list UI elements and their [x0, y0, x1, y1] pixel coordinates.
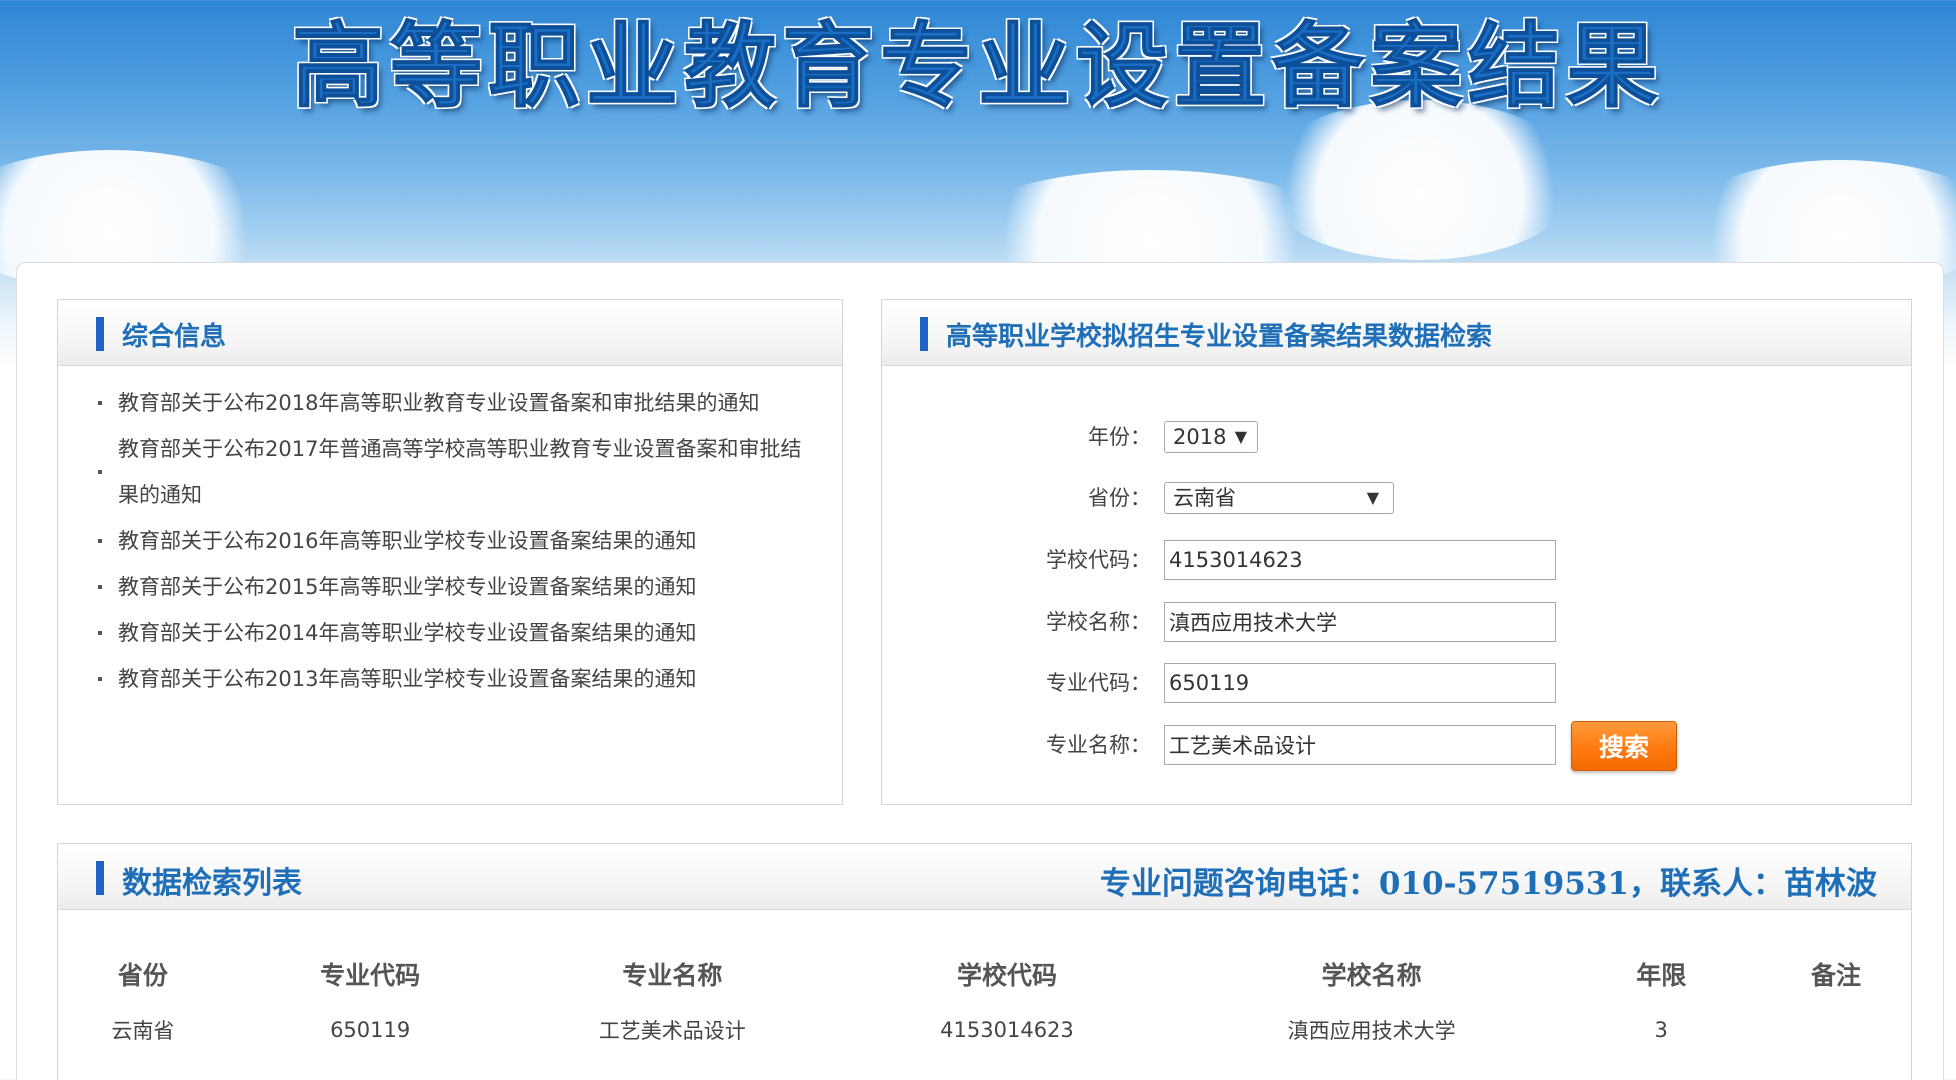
table-header-row: 省份 专业代码 专业名称 学校代码 学校名称 年限 备注 — [58, 949, 1911, 999]
results-panel: 数据检索列表 专业问题咨询电话：010-57519531，联系人：苗林波 省份 … — [57, 843, 1912, 1080]
list-item: 教育部关于公布2013年高等职业学校专业设置备案结果的通知 — [98, 656, 822, 702]
list-item: 教育部关于公布2016年高等职业学校专业设置备案结果的通知 — [98, 518, 822, 564]
table-row: 云南省 650119 工艺美术品设计 4153014623 滇西应用技术大学 3 — [58, 999, 1911, 1061]
column-header: 省份 — [117, 961, 168, 990]
column-header: 专业代码 — [320, 961, 421, 990]
news-link[interactable]: 教育部关于公布2016年高等职业学校专业设置备案结果的通知 — [118, 529, 696, 553]
column-header: 备注 — [1811, 961, 1862, 990]
page-title: 高等职业教育专业设置备案结果 — [291, 12, 1664, 121]
cell-province: 云南省 — [111, 1019, 175, 1043]
results-table: 省份 专业代码 专业名称 学校代码 学校名称 年限 备注 云南省 650119 … — [58, 949, 1911, 1061]
school-name-input[interactable] — [1164, 602, 1556, 642]
list-item: 教育部关于公布2014年高等职业学校专业设置备案结果的通知 — [98, 610, 822, 656]
news-link[interactable]: 教育部关于公布2013年高等职业学校专业设置备案结果的通知 — [118, 667, 696, 691]
cell-remarks — [1761, 999, 1911, 1061]
search-panel: 高等职业学校拟招生专业设置备案结果数据检索 年份： 2018 ▼ 省份： 云南省… — [881, 299, 1912, 805]
search-panel-title: 高等职业学校拟招生专业设置备案结果数据检索 — [946, 322, 1493, 352]
news-link[interactable]: 教育部关于公布2018年高等职业教育专业设置备案和审批结果的通知 — [118, 391, 759, 415]
search-panel-header: 高等职业学校拟招生专业设置备案结果数据检索 — [882, 300, 1911, 366]
news-link[interactable]: 教育部关于公布2014年高等职业学校专业设置备案结果的通知 — [118, 621, 696, 645]
school-code-row: 学校代码： — [882, 540, 1911, 584]
results-panel-title: 数据检索列表 — [122, 866, 302, 901]
major-name-label: 专业名称： — [1046, 733, 1151, 757]
contact-info: 专业问题咨询电话：010-57519531，联系人：苗林波 — [1099, 866, 1877, 902]
major-name-input[interactable] — [1164, 725, 1556, 765]
major-code-input[interactable] — [1164, 663, 1556, 703]
year-select[interactable]: 2018 ▼ — [1164, 421, 1258, 453]
chevron-down-icon: ▼ — [1366, 488, 1379, 507]
list-item: 教育部关于公布2017年普通高等学校高等职业教育专业设置备案和审批结果的通知 — [98, 426, 822, 518]
school-code-input[interactable] — [1164, 540, 1556, 580]
column-header: 学校代码 — [956, 961, 1057, 990]
info-panel-header: 综合信息 — [58, 300, 842, 366]
cell-major-code: 650119 — [330, 1018, 411, 1042]
info-panel: 综合信息 教育部关于公布2018年高等职业教育专业设置备案和审批结果的通知 教育… — [57, 299, 843, 805]
year-value: 2018 — [1173, 425, 1227, 449]
news-link[interactable]: 教育部关于公布2017年普通高等学校高等职业教育专业设置备案和审批结果的通知 — [118, 437, 801, 507]
major-code-label: 专业代码： — [1046, 671, 1151, 695]
column-header: 年限 — [1636, 961, 1687, 990]
year-label: 年份： — [1088, 425, 1151, 449]
province-row: 省份： 云南省 ▼ — [882, 478, 1911, 522]
province-select[interactable]: 云南省 ▼ — [1164, 482, 1394, 514]
cell-school-code: 4153014623 — [940, 1018, 1074, 1042]
header-accent-bar — [920, 317, 928, 351]
results-panel-header: 数据检索列表 专业问题咨询电话：010-57519531，联系人：苗林波 — [58, 844, 1911, 910]
chevron-down-icon: ▼ — [1234, 427, 1247, 446]
column-header: 学校名称 — [1321, 961, 1422, 990]
school-code-label: 学校代码： — [1046, 548, 1151, 572]
school-name-label: 学校名称： — [1046, 610, 1151, 634]
list-item: 教育部关于公布2018年高等职业教育专业设置备案和审批结果的通知 — [98, 380, 822, 426]
info-panel-title: 综合信息 — [122, 322, 227, 352]
major-code-row: 专业代码： — [882, 663, 1911, 707]
cell-school-name: 滇西应用技术大学 — [1287, 1019, 1456, 1043]
cell-duration: 3 — [1654, 1018, 1668, 1042]
school-name-row: 学校名称： — [882, 602, 1911, 646]
header-accent-bar — [96, 861, 104, 895]
list-item: 教育部关于公布2015年高等职业学校专业设置备案结果的通知 — [98, 564, 822, 610]
province-value: 云南省 — [1173, 486, 1236, 510]
search-button[interactable]: 搜索 — [1571, 721, 1677, 771]
cell-major-name: 工艺美术品设计 — [598, 1019, 746, 1043]
column-header: 专业名称 — [622, 961, 723, 990]
header-accent-bar — [96, 317, 104, 351]
major-name-row: 专业名称： 搜索 — [882, 721, 1911, 771]
year-row: 年份： 2018 ▼ — [882, 417, 1911, 461]
news-list: 教育部关于公布2018年高等职业教育专业设置备案和审批结果的通知 教育部关于公布… — [58, 366, 842, 702]
news-link[interactable]: 教育部关于公布2015年高等职业学校专业设置备案结果的通知 — [118, 575, 696, 599]
province-label: 省份： — [1088, 486, 1151, 510]
